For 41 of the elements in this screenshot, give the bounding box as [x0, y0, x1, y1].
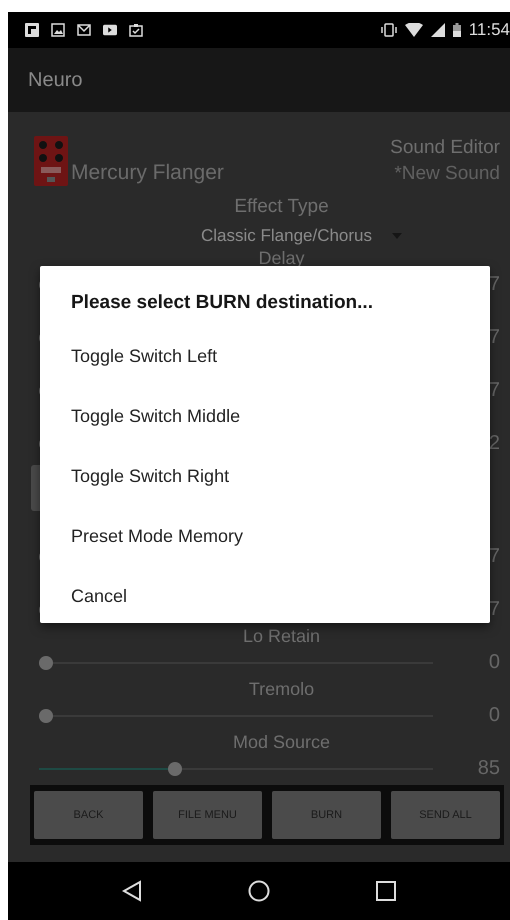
slider-label: Tremolo [248, 678, 314, 700]
slider-label: Mod Source [232, 732, 330, 752]
dialog-option[interactable]: Preset Mode Memory [71, 526, 490, 586]
slider-thumb[interactable] [168, 762, 182, 776]
dialog-option[interactable]: Toggle Switch Middle [71, 406, 490, 466]
pedal-icon [33, 135, 69, 187]
dialog-title: Please select BURN destination... [71, 292, 374, 315]
video-icon [103, 23, 117, 37]
slider-value: 7 [488, 545, 500, 568]
slider-value: 2 [488, 432, 500, 455]
back-icon[interactable] [120, 880, 143, 902]
vibrate-icon [380, 23, 397, 37]
slider-value: 0 [488, 704, 500, 727]
slider-thumb[interactable] [39, 656, 53, 670]
slider-value: 7 [488, 326, 500, 349]
image-icon [51, 23, 65, 37]
notification-icon [25, 23, 39, 37]
slider-thumb[interactable] [39, 708, 53, 722]
slider-value: 0 [488, 651, 500, 674]
signal-icon [430, 23, 445, 37]
slider-value: 7 [488, 598, 500, 621]
editor-title: Sound Editor [390, 136, 500, 160]
wifi-icon [404, 23, 423, 37]
dialog-option[interactable]: Toggle Switch Left [71, 346, 490, 406]
effect-type-label: Effect Type [234, 196, 329, 218]
home-icon[interactable] [248, 880, 270, 902]
effect-name: Mercury Flanger [71, 161, 224, 185]
app-title: Neuro [28, 68, 82, 92]
battery-icon [452, 23, 461, 37]
clipboard-icon [129, 23, 143, 37]
slider-label: Delay [258, 248, 305, 268]
dialog-option[interactable]: Cancel [71, 586, 490, 616]
slider-value: 85 [478, 757, 500, 780]
slider-value: 7 [488, 379, 500, 402]
dialog-option[interactable]: Toggle Switch Right [71, 466, 490, 526]
slider-value: 7 [488, 273, 500, 296]
mail-icon [77, 23, 91, 37]
slider-label: Lo Retain [242, 626, 320, 646]
recents-icon[interactable] [375, 880, 398, 902]
effect-type-dropdown[interactable]: Classic Flange/Chorus [200, 226, 402, 246]
clock-time: 11:54 [468, 20, 510, 40]
